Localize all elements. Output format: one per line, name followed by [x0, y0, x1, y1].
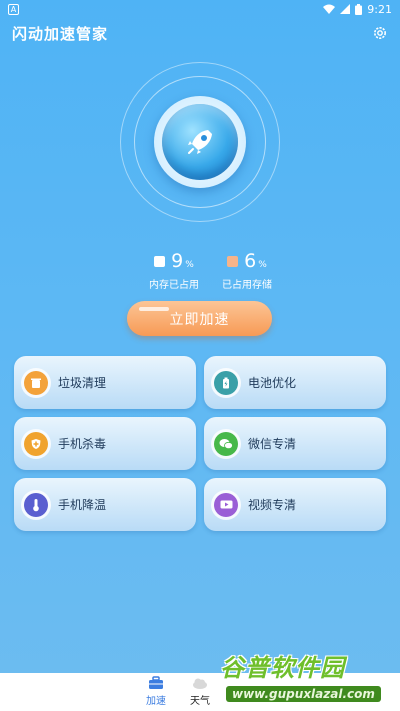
wechat-icon: [214, 431, 238, 456]
signal-icon: [340, 4, 351, 14]
toolbox-icon: [149, 676, 163, 689]
memory-value: 9: [171, 250, 184, 272]
clock: 9:21: [367, 2, 392, 16]
storage-stat: 6 % 已占用存储: [202, 250, 292, 291]
speed-orb[interactable]: [120, 62, 280, 222]
storage-unit: %: [258, 260, 267, 270]
orb: [162, 104, 238, 180]
sim-badge: A: [8, 3, 19, 15]
rocket-icon: [188, 130, 212, 154]
app-header: 闪动加速管家: [0, 20, 400, 46]
trash-icon: [24, 370, 48, 395]
feature-label: 手机杀毒: [58, 437, 107, 451]
video-icon: [214, 492, 238, 517]
tab-accelerate[interactable]: 加速: [136, 676, 176, 710]
watermark-url: www.gupuxlazal.com: [226, 686, 381, 702]
feature-label: 视频专清: [248, 498, 297, 512]
app-title: 闪动加速管家: [12, 24, 109, 43]
memory-unit: %: [185, 260, 194, 270]
feature-card-wechat-clean[interactable]: 微信专清: [204, 417, 386, 470]
battery-icon: [214, 370, 238, 395]
storage-swatch: [227, 255, 239, 267]
battery-status-icon: [355, 3, 363, 15]
accelerate-button[interactable]: 立即加速: [127, 301, 272, 336]
status-left: A: [8, 3, 19, 15]
feature-card-junk-clean[interactable]: 垃圾清理: [14, 356, 196, 409]
feature-label: 垃圾清理: [58, 376, 107, 390]
feature-card-cooling[interactable]: 手机降温: [14, 478, 196, 531]
weather-icon: [193, 678, 207, 689]
watermark: 谷普软件园 www.gupuxlazal.com: [220, 648, 400, 711]
storage-stat-top: 6 %: [202, 250, 292, 272]
tab-weather[interactable]: 天气: [180, 676, 220, 710]
tab-accelerate-label: 加速: [146, 696, 166, 707]
watermark-title: 谷普软件园: [220, 654, 345, 682]
feature-card-battery[interactable]: 电池优化: [204, 356, 386, 409]
tab-weather-label: 天气: [190, 696, 210, 707]
storage-label: 已占用存储: [222, 280, 272, 291]
status-right: 9:21: [323, 3, 392, 16]
thermometer-icon: [24, 492, 48, 517]
status-bar: A 9:21: [0, 0, 400, 18]
feature-label: 微信专清: [248, 437, 297, 451]
feature-label: 手机降温: [58, 498, 107, 512]
storage-value: 6: [244, 250, 257, 272]
gear-icon[interactable]: [372, 25, 388, 41]
feature-card-antivirus[interactable]: 手机杀毒: [14, 417, 196, 470]
shield-icon: [24, 431, 48, 456]
feature-card-video-clean[interactable]: 视频专清: [204, 478, 386, 531]
wifi-icon: [323, 4, 336, 14]
memory-swatch: [154, 255, 166, 267]
feature-label: 电池优化: [248, 376, 297, 390]
